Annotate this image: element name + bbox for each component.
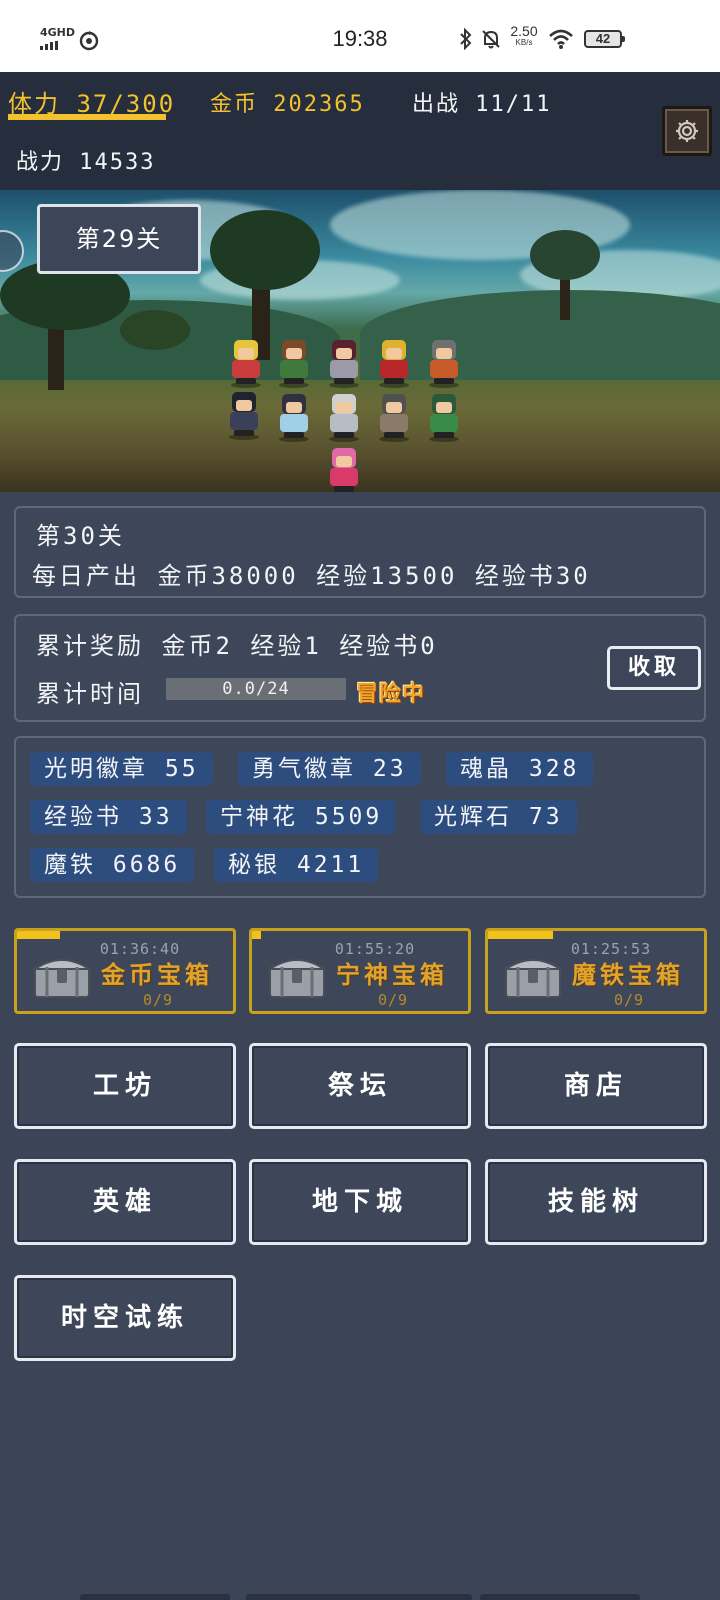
accumulated-rewards-panel: 累计奖励 金币2 经验1 经验书0 累计时间 0.0/24 冒险中 收取 (14, 614, 706, 722)
daily-output: 每日产出 金币38000 经验13500 经验书30 (32, 562, 591, 590)
accumulated-rewards: 累计奖励 金币2 经验1 经验书0 (36, 632, 438, 660)
chest-count: 0/9 (142, 991, 174, 1009)
chest-progress (17, 931, 60, 939)
hero-sprite[interactable] (326, 394, 362, 438)
skill-tree-button[interactable]: 技能树 (485, 1159, 707, 1245)
altar-button[interactable]: 祭坛 (249, 1043, 471, 1129)
system-status-bar: 4GHD 19:38 2.50 KB/s 42 (0, 0, 720, 72)
side-indicator (0, 230, 24, 272)
game-header: 体力 37/300 金币 202365 出战 11/11 战力 14533 (0, 72, 720, 190)
chest-name: 魔铁宝箱 (572, 961, 684, 989)
current-stage-badge: 第29关 (37, 204, 201, 274)
chest-count: 0/9 (377, 991, 409, 1009)
resource-chip: 魂晶 328 (446, 752, 594, 786)
resources-panel: 光明徽章 55 勇气徽章 23 魂晶 328 经验书 33 宁神花 5509 光… (14, 736, 706, 898)
resource-chip: 经验书 33 (30, 800, 187, 834)
speed-value: 2.50 (510, 23, 538, 39)
hero-sprite[interactable] (426, 394, 462, 438)
resource-chip: 宁神花 5509 (206, 800, 397, 834)
hero-sprite[interactable] (276, 340, 312, 384)
collect-button[interactable]: 收取 (607, 646, 701, 690)
resource-chip: 光明徽章 55 (30, 752, 213, 786)
next-stage-title: 第30关 (36, 522, 125, 550)
gear-icon (676, 120, 698, 142)
chest-count: 0/9 (613, 991, 645, 1009)
resource-chip: 秘银 4211 (214, 848, 379, 882)
resource-chip: 光辉石 73 (420, 800, 577, 834)
hero-sprite[interactable] (276, 394, 312, 438)
bottom-edge-divider (246, 1594, 472, 1600)
chest-name: 宁神宝箱 (336, 961, 448, 989)
resource-chip: 勇气徽章 23 (238, 752, 421, 786)
leader-hero-sprite[interactable] (326, 448, 362, 492)
resource-chip: 魔铁 6686 (30, 848, 195, 882)
shop-button[interactable]: 商店 (485, 1043, 707, 1129)
bottom-edge-divider (480, 1594, 640, 1600)
heroes-button[interactable]: 英雄 (14, 1159, 236, 1245)
wifi-icon (549, 29, 573, 49)
mute-bell-icon (482, 30, 500, 49)
dungeon-button[interactable]: 地下城 (249, 1159, 471, 1245)
battery-icon: 42 (584, 30, 625, 48)
chest-name: 金币宝箱 (101, 961, 213, 989)
battle-scene[interactable]: 第29关 (0, 190, 720, 492)
speed-unit: KB/s (515, 38, 533, 47)
accumulated-time-label: 累计时间 (36, 680, 144, 708)
chest-progress (488, 931, 553, 939)
progress-text: 0.0/24 (222, 679, 290, 699)
time-trial-button[interactable]: 时空试练 (14, 1275, 236, 1361)
gold-chest-button[interactable]: 01:36:40 金币宝箱 0/9 (14, 928, 236, 1014)
hero-sprite[interactable] (426, 340, 462, 384)
next-stage-panel: 第30关 每日产出 金币38000 经验13500 经验书30 (14, 506, 706, 598)
bottom-edge-divider (80, 1594, 230, 1600)
settings-button[interactable] (662, 106, 712, 156)
hero-sprite[interactable] (228, 340, 264, 384)
hero-sprite[interactable] (326, 340, 362, 384)
adventure-status-tag: 冒险中 (356, 682, 426, 707)
stamina-bar (8, 114, 166, 120)
combat-power: 战力 14533 (16, 150, 156, 175)
workshop-button[interactable]: 工坊 (14, 1043, 236, 1129)
hero-sprite[interactable] (376, 394, 412, 438)
chest-progress (252, 931, 261, 939)
calm-chest-button[interactable]: 01:55:20 宁神宝箱 0/9 (249, 928, 471, 1014)
gold-label: 金币 202365 (210, 92, 365, 117)
iron-chest-button[interactable]: 01:25:53 魔铁宝箱 0/9 (485, 928, 707, 1014)
bluetooth-icon (460, 28, 472, 50)
network-speed: 2.50 KB/s (506, 24, 542, 48)
deploy-count: 出战 11/11 (412, 92, 552, 117)
hero-sprite[interactable] (226, 392, 262, 436)
accumulated-time-progress: 0.0/24 (166, 678, 346, 700)
hero-sprite[interactable] (376, 340, 412, 384)
